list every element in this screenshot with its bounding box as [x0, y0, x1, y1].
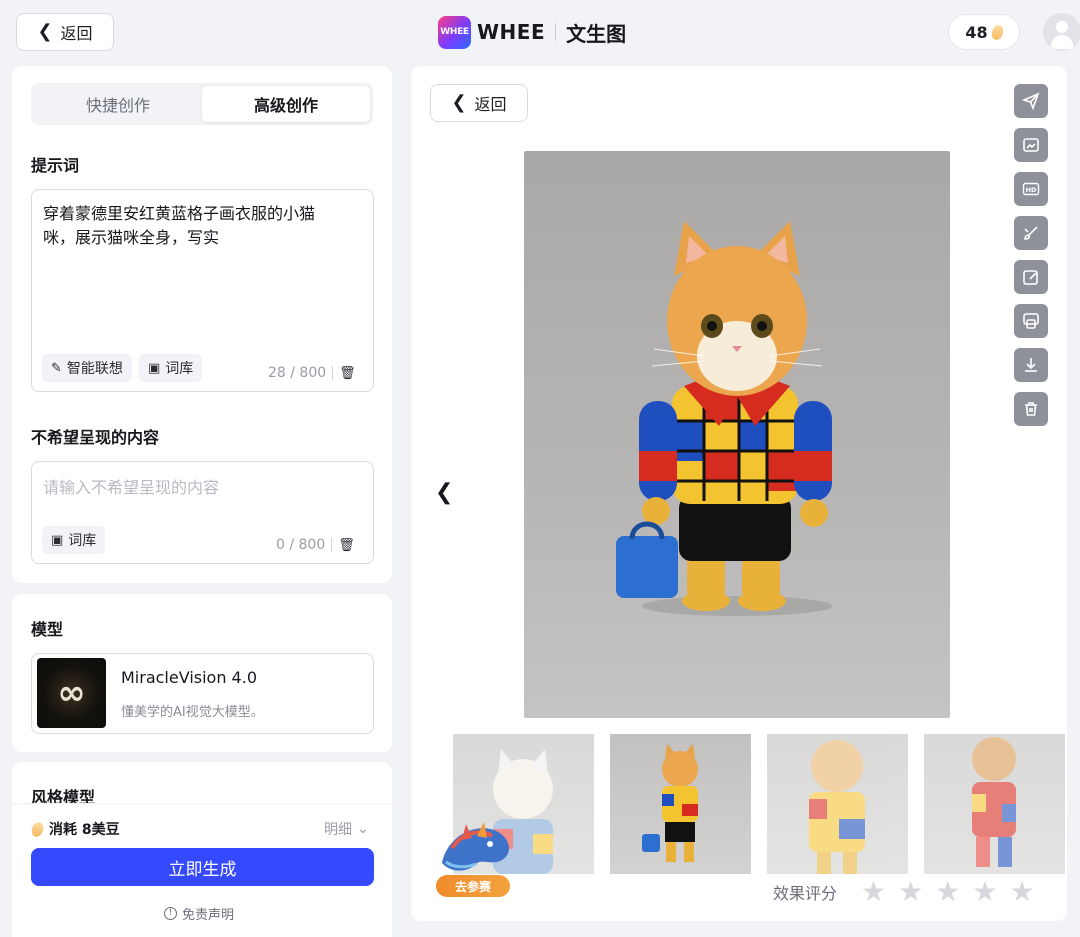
page-title: 文生图 [566, 21, 627, 46]
prompt-title: 提示词 [31, 156, 80, 175]
star-icon-3[interactable]: ★ [935, 878, 960, 906]
divider [555, 23, 557, 41]
negative-lexicon-button[interactable]: ▣ 词库 [42, 526, 106, 554]
whee-logo: WHEE [438, 15, 471, 49]
thumbnail-3[interactable] [767, 734, 908, 874]
star-icon-1[interactable]: ★ [861, 878, 886, 906]
brand-name: WHEE [477, 20, 546, 44]
divider [332, 366, 334, 380]
negative-count: 0 / 800 [276, 537, 326, 553]
bean-icon [989, 23, 1005, 41]
info-icon: ! [164, 907, 177, 920]
image-swap-icon[interactable] [1014, 304, 1048, 338]
creation-tabs: 快捷创作 高级创作 [31, 83, 373, 125]
book-icon: ▣ [51, 532, 64, 548]
bean-icon [29, 820, 46, 838]
generate-footer: 消耗 8美豆 明细 ⌄ 立即生成 ! 免责声明 [12, 805, 392, 937]
model-panel: 模型 ∞ MiracleVision 4.0 懂美学的AI视觉大模型。 [12, 594, 392, 752]
thumbnail-image [642, 744, 698, 862]
chevron-left-icon: ❮ [37, 21, 53, 42]
negative-placeholder[interactable]: 请输入不希望呈现的内容 [43, 474, 219, 498]
negative-lexicon-label: 词库 [68, 533, 97, 549]
cost-info: 消耗 8美豆 [29, 819, 120, 839]
download-icon[interactable] [1014, 348, 1048, 382]
beans-count: 48 [965, 22, 988, 42]
smart-suggest-label: 智能联想 [66, 361, 123, 377]
back-label: 返回 [60, 24, 93, 43]
negative-counter: 0 / 800 🗑 [276, 537, 355, 553]
result-back-button[interactable]: ❮ 返回 [430, 84, 528, 122]
beans-balance[interactable]: 48 [948, 14, 1020, 50]
send-icon[interactable] [1014, 84, 1048, 118]
detail-label: 明细 [324, 822, 352, 838]
hd-icon[interactable]: HD [1014, 172, 1048, 206]
previous-image-icon[interactable]: ❮ [435, 480, 453, 505]
model-thumbnail: ∞ [37, 658, 106, 728]
user-icon-body [1051, 35, 1073, 49]
generated-image[interactable] [524, 151, 950, 718]
book-icon: ▣ [148, 360, 161, 376]
prompt-input[interactable]: 穿着蒙德里安红黄蓝格子画衣服的小猫咪，展示猫咪全身，写实 ✎ 智能联想 ▣ 词库… [31, 189, 374, 392]
thumbnail-image [972, 737, 1016, 867]
disclaimer-label: 免责声明 [182, 908, 235, 923]
prompt-count: 28 / 800 [268, 365, 327, 381]
cost-label: 消耗 8美豆 [49, 822, 120, 838]
thumbnail-image [809, 740, 865, 874]
clear-negative-icon[interactable]: 🗑 [338, 538, 355, 553]
divider [331, 538, 333, 552]
cat-illustration [616, 221, 832, 616]
thumbnail-4[interactable] [924, 734, 1065, 874]
negative-title: 不希望呈现的内容 [31, 428, 160, 447]
magic-icon: ✎ [51, 360, 62, 376]
star-icon-2[interactable]: ★ [898, 878, 923, 906]
join-contest-button[interactable]: 去参赛 [436, 875, 510, 897]
disclaimer-link[interactable]: ! 免责声明 [164, 904, 234, 923]
logo-text: WHEE [440, 27, 469, 37]
svg-text:HD: HD [1026, 186, 1037, 194]
lexicon-label: 词库 [165, 361, 194, 377]
lexicon-button[interactable]: ▣ 词库 [139, 354, 203, 382]
back-button[interactable]: ❮ 返回 [16, 13, 114, 51]
avatar[interactable] [1043, 13, 1080, 51]
prompt-text[interactable]: 穿着蒙德里安红黄蓝格子画衣服的小猫咪，展示猫咪全身，写实 [43, 202, 343, 250]
top-bar: ❮ 返回 WHEE WHEE 文生图 48 [0, 0, 1080, 64]
brand: WHEE WHEE 文生图 [438, 15, 626, 49]
clear-prompt-icon[interactable]: 🗑 [339, 366, 356, 381]
tab-quick-create[interactable]: 快捷创作 [34, 86, 202, 122]
result-panel: ❮ 返回 HD ❮ 效果评分 ★ ★ ★ ★ ★ [411, 66, 1067, 921]
toolbar: HD [1014, 84, 1048, 436]
model-selector[interactable]: ∞ MiracleVision 4.0 懂美学的AI视觉大模型。 [31, 653, 374, 734]
brush-icon[interactable] [1014, 216, 1048, 250]
image-edit-icon[interactable] [1014, 128, 1048, 162]
model-desc: 懂美学的AI视觉大模型。 [121, 705, 264, 720]
star-icon-4[interactable]: ★ [972, 878, 997, 906]
trash-icon[interactable] [1014, 392, 1048, 426]
star-icon-5[interactable]: ★ [1009, 878, 1034, 906]
detail-button[interactable]: 明细 ⌄ [324, 819, 369, 839]
rating-label: 效果评分 [773, 884, 838, 903]
prompt-counter: 28 / 800 🗑 [268, 365, 356, 381]
chevron-down-icon: ⌄ [357, 821, 369, 837]
user-icon [1056, 21, 1068, 33]
result-back-label: 返回 [474, 95, 507, 114]
rating-bar: 效果评分 ★ ★ ★ ★ ★ [773, 878, 1035, 906]
tab-advanced-create[interactable]: 高级创作 [202, 86, 370, 122]
edit-icon[interactable] [1014, 260, 1048, 294]
thumbnail-2[interactable] [610, 734, 751, 874]
model-name: MiracleVision 4.0 [121, 668, 257, 687]
generate-button[interactable]: 立即生成 [31, 848, 374, 886]
negative-input[interactable]: 请输入不希望呈现的内容 ▣ 词库 0 / 800 🗑 [31, 461, 374, 564]
model-title: 模型 [31, 620, 64, 639]
chevron-left-icon: ❮ [451, 92, 467, 113]
prompt-panel: 快捷创作 高级创作 提示词 穿着蒙德里安红黄蓝格子画衣服的小猫咪，展示猫咪全身，… [12, 66, 392, 583]
smart-suggest-button[interactable]: ✎ 智能联想 [42, 354, 132, 382]
infinity-icon: ∞ [57, 673, 86, 713]
